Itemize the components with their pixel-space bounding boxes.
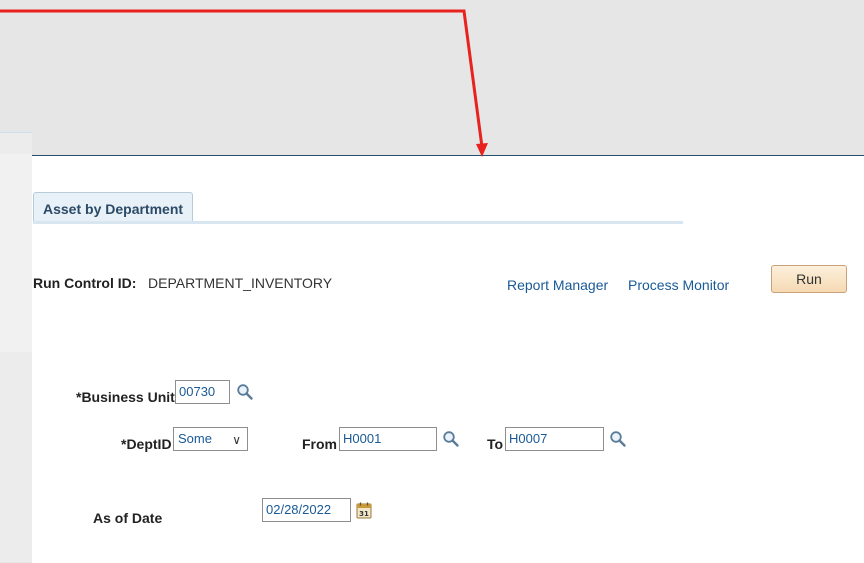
business-unit-input[interactable]: 00730	[175, 380, 230, 404]
business-unit-label: *Business Unit	[76, 389, 175, 405]
deptid-label: *DeptID	[121, 436, 172, 452]
run-control-label: Run Control ID:	[33, 275, 137, 291]
chevron-down-icon: ∨	[232, 433, 241, 447]
from-deptid-input[interactable]: H0001	[339, 427, 437, 451]
run-control-value: DEPARTMENT_INVENTORY	[148, 275, 333, 291]
business-unit-lookup-magnifier-icon[interactable]	[236, 383, 254, 401]
tab-label: Asset by Department	[43, 201, 184, 217]
report-manager-link[interactable]: Report Manager	[507, 277, 608, 293]
as-of-date-label: As of Date	[93, 510, 163, 526]
from-label: From	[302, 436, 337, 452]
to-deptid-input[interactable]: H0007	[505, 427, 604, 451]
from-lookup-magnifier-icon[interactable]	[442, 430, 460, 448]
left-strip-divider	[0, 132, 32, 133]
deptid-selected-value: Some	[178, 431, 212, 446]
deptid-select[interactable]: Some ∨	[173, 427, 248, 451]
as-of-date-input[interactable]: 02/28/2022	[262, 498, 351, 522]
svg-text:31: 31	[359, 510, 369, 518]
to-label: To	[487, 436, 504, 452]
left-side-panel	[0, 154, 33, 352]
tab-underline	[33, 221, 683, 224]
process-monitor-link[interactable]: Process Monitor	[628, 277, 729, 293]
to-lookup-magnifier-icon[interactable]	[609, 430, 627, 448]
calendar-icon[interactable]: 31	[356, 502, 372, 519]
tab-asset-by-department[interactable]: Asset by Department	[33, 192, 193, 222]
run-button[interactable]: Run	[771, 265, 847, 293]
